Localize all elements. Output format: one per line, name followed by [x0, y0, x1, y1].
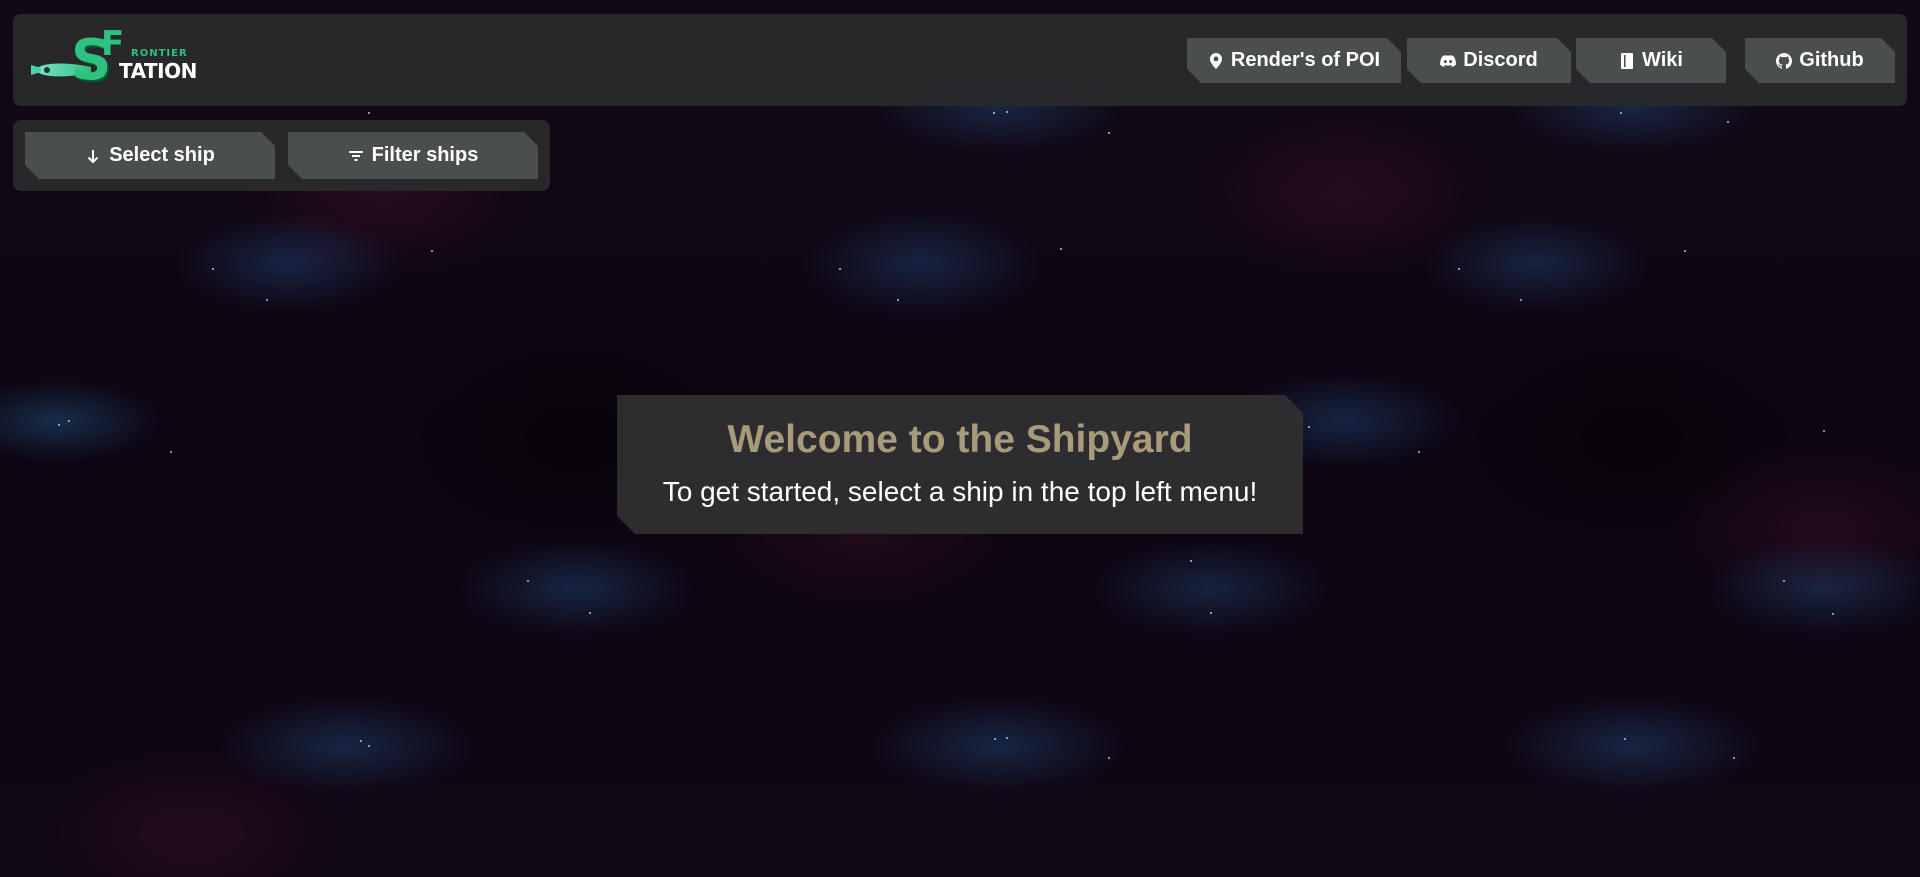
welcome-subtitle: To get started, select a ship in the top… — [662, 476, 1258, 507]
filter-icon — [348, 148, 364, 164]
nav-renders-of-poi-label: Render's of POI — [1230, 49, 1381, 71]
nav-github-label: Github — [1799, 49, 1864, 71]
map-pin-icon — [1208, 53, 1224, 69]
filter-ships-label: Filter ships — [371, 144, 479, 166]
frontier-station-logo[interactable]: S F RONTIER TATION — [27, 24, 217, 91]
logo-word-station: TATION — [119, 59, 197, 83]
welcome-title: Welcome to the Shipyard — [727, 418, 1193, 461]
nav-discord-link[interactable]: Discord — [1407, 38, 1571, 83]
nav-wiki-label: Wiki — [1642, 49, 1683, 71]
logo-letter-f: F — [101, 24, 125, 64]
arrow-down-icon — [85, 148, 101, 164]
book-icon — [1619, 53, 1635, 69]
nav-github-link[interactable]: Github — [1745, 38, 1895, 83]
nav-discord-label: Discord — [1463, 49, 1538, 71]
welcome-card: Welcome to the Shipyard To get started, … — [617, 395, 1303, 534]
top-navigation-bar: S F RONTIER TATION Render's of POI Disco… — [13, 14, 1907, 106]
discord-icon — [1440, 53, 1456, 69]
filter-ships-button[interactable]: Filter ships — [288, 132, 538, 179]
logo-word-frontier: RONTIER — [131, 48, 188, 59]
select-ship-button[interactable]: Select ship — [25, 132, 275, 179]
github-icon — [1776, 53, 1792, 69]
nav-renders-of-poi-link[interactable]: Render's of POI — [1187, 38, 1401, 83]
ship-toolbar: Select ship Filter ships — [13, 120, 550, 191]
nav-wiki-link[interactable]: Wiki — [1576, 38, 1726, 83]
select-ship-label: Select ship — [109, 144, 215, 166]
